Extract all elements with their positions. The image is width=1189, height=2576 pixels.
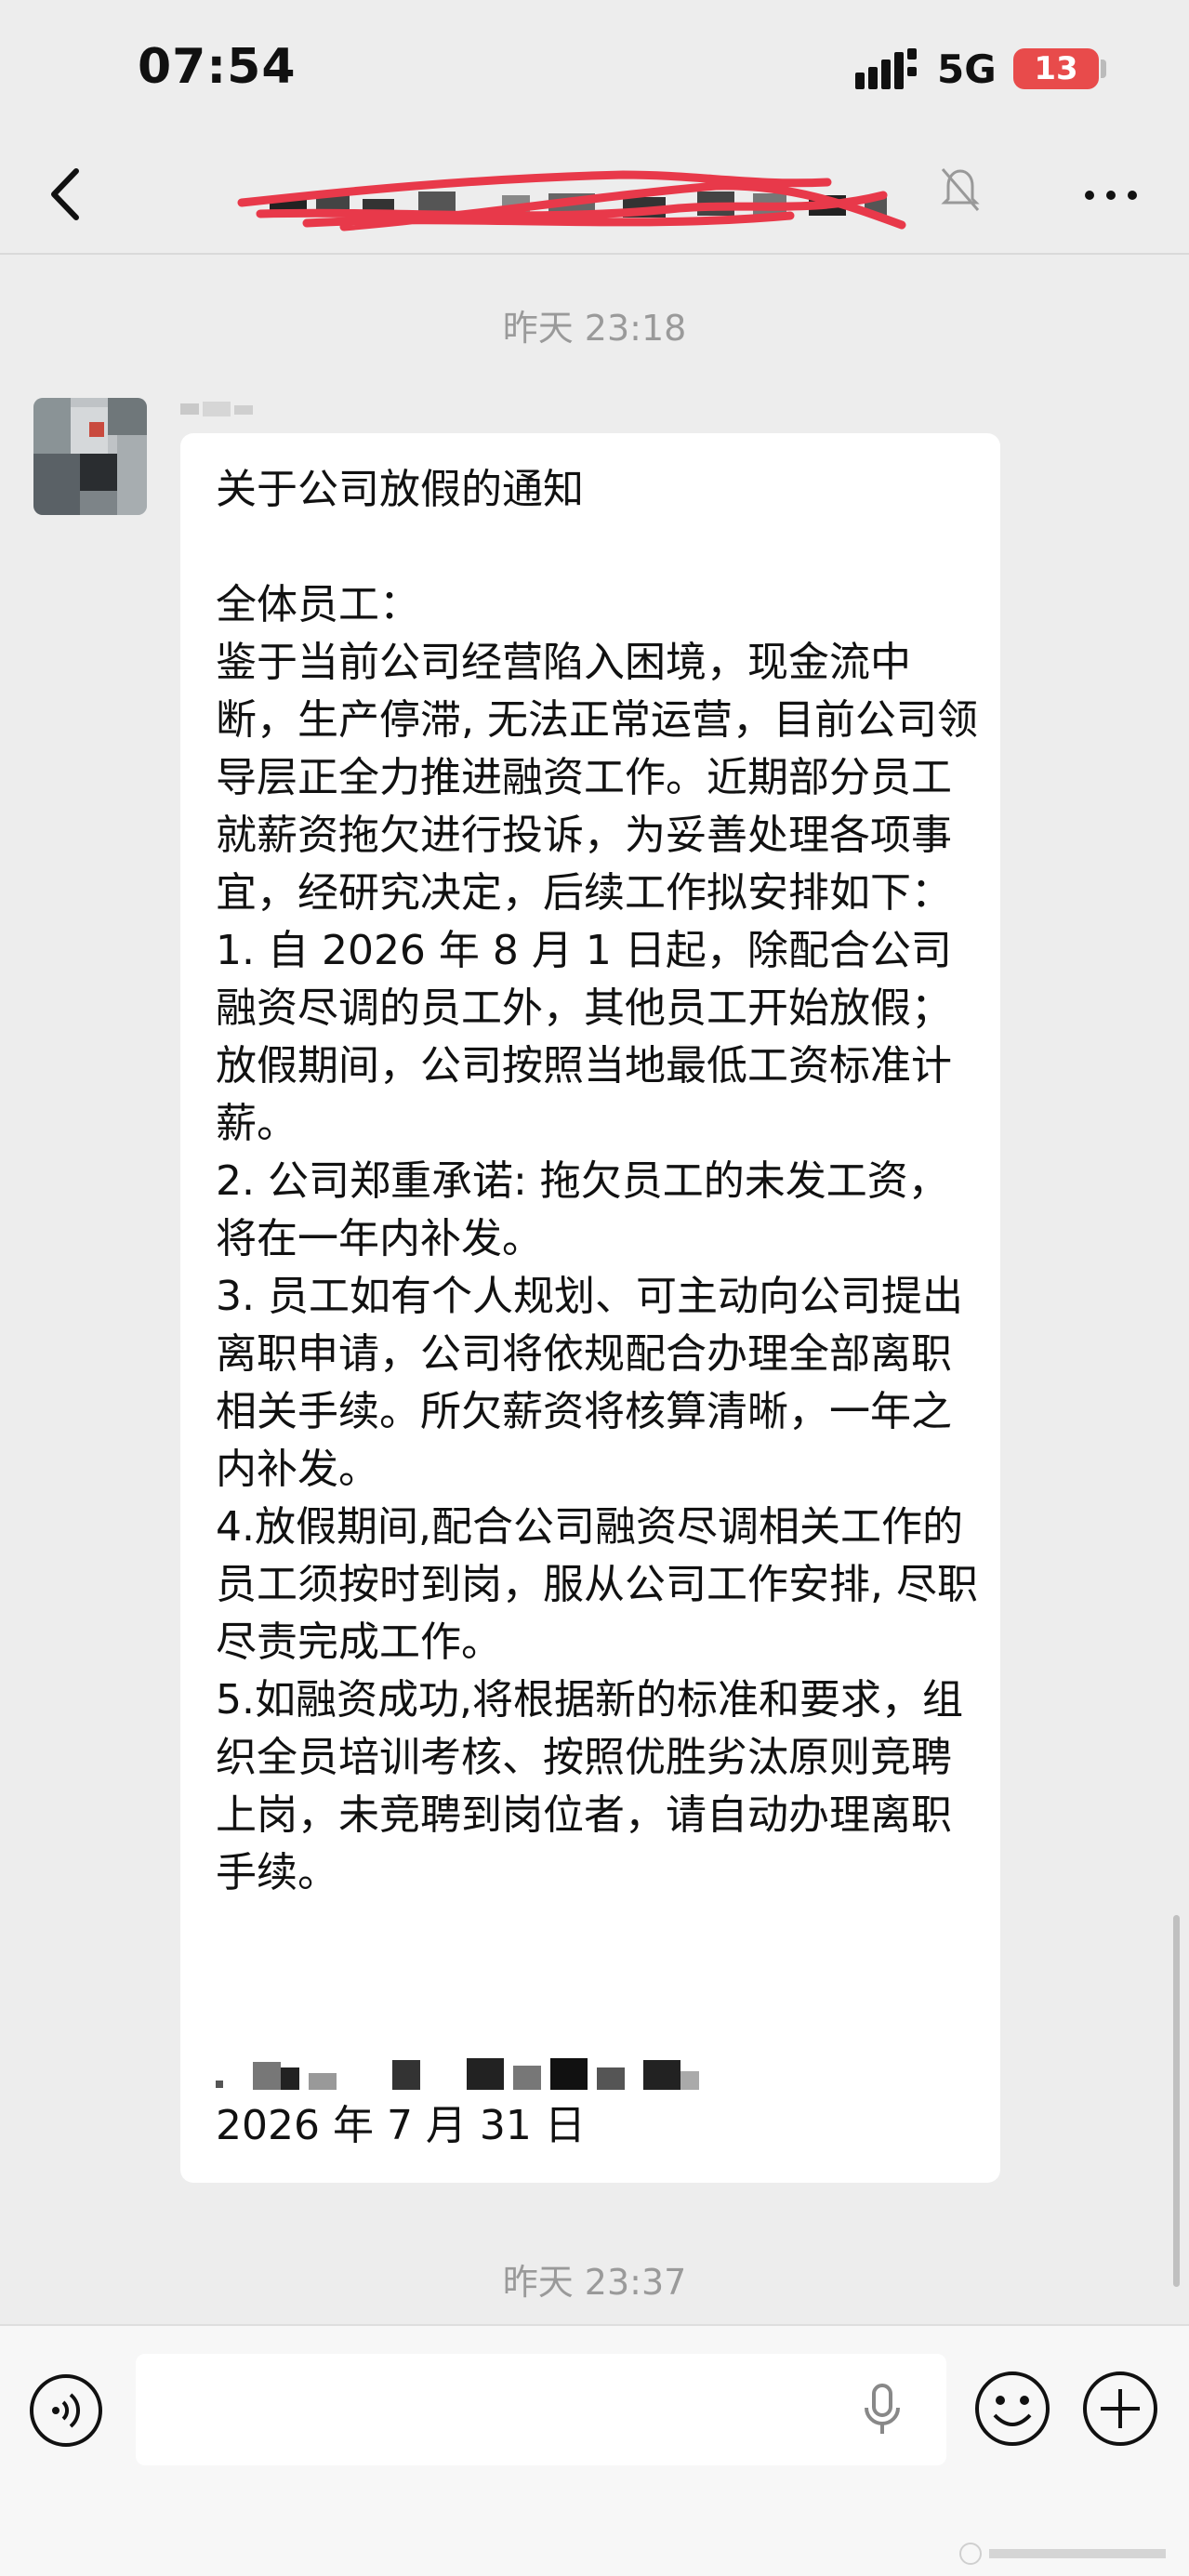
scrollbar[interactable] — [1173, 1915, 1180, 2287]
redacted-signature — [216, 2058, 699, 2090]
status-time: 07:54 — [138, 39, 297, 95]
microphone-icon[interactable] — [861, 2382, 904, 2437]
message-text: 关于公司放假的通知 全体员工： 鉴于当前公司经营陷入困境，现金流中断，生产停滞,… — [216, 466, 978, 1896]
message-date: 2026 年 7 月 31 日 — [216, 2102, 586, 2149]
battery-indicator: 13 — [1013, 48, 1099, 89]
bell-off-icon — [941, 168, 980, 211]
message-input[interactable] — [136, 2354, 946, 2465]
input-bar — [0, 2324, 1189, 2576]
redacted-chat-title — [237, 170, 906, 231]
redacted-sender-name — [180, 402, 253, 416]
chevron-left-icon[interactable] — [39, 162, 95, 227]
timestamp-divider: 昨天 23:37 — [502, 2262, 687, 2303]
plus-icon[interactable] — [1080, 2369, 1160, 2449]
status-bar: 07:54 5G 13 — [0, 0, 1189, 139]
network-type: 5G — [937, 46, 997, 92]
message-bubble[interactable]: 关于公司放假的通知 全体员工： 鉴于当前公司经营陷入困境，现金流中断，生产停滞,… — [180, 433, 1000, 2183]
signal-icon — [855, 48, 917, 89]
voice-icon[interactable] — [28, 2372, 104, 2449]
emoji-icon[interactable] — [972, 2369, 1052, 2449]
ellipsis-icon[interactable] — [1078, 167, 1143, 223]
timestamp-divider: 昨天 23:18 — [502, 308, 687, 349]
watermark — [959, 2543, 1166, 2565]
avatar[interactable] — [33, 398, 147, 515]
chat-header — [0, 139, 1189, 255]
battery-tip — [1101, 59, 1106, 78]
